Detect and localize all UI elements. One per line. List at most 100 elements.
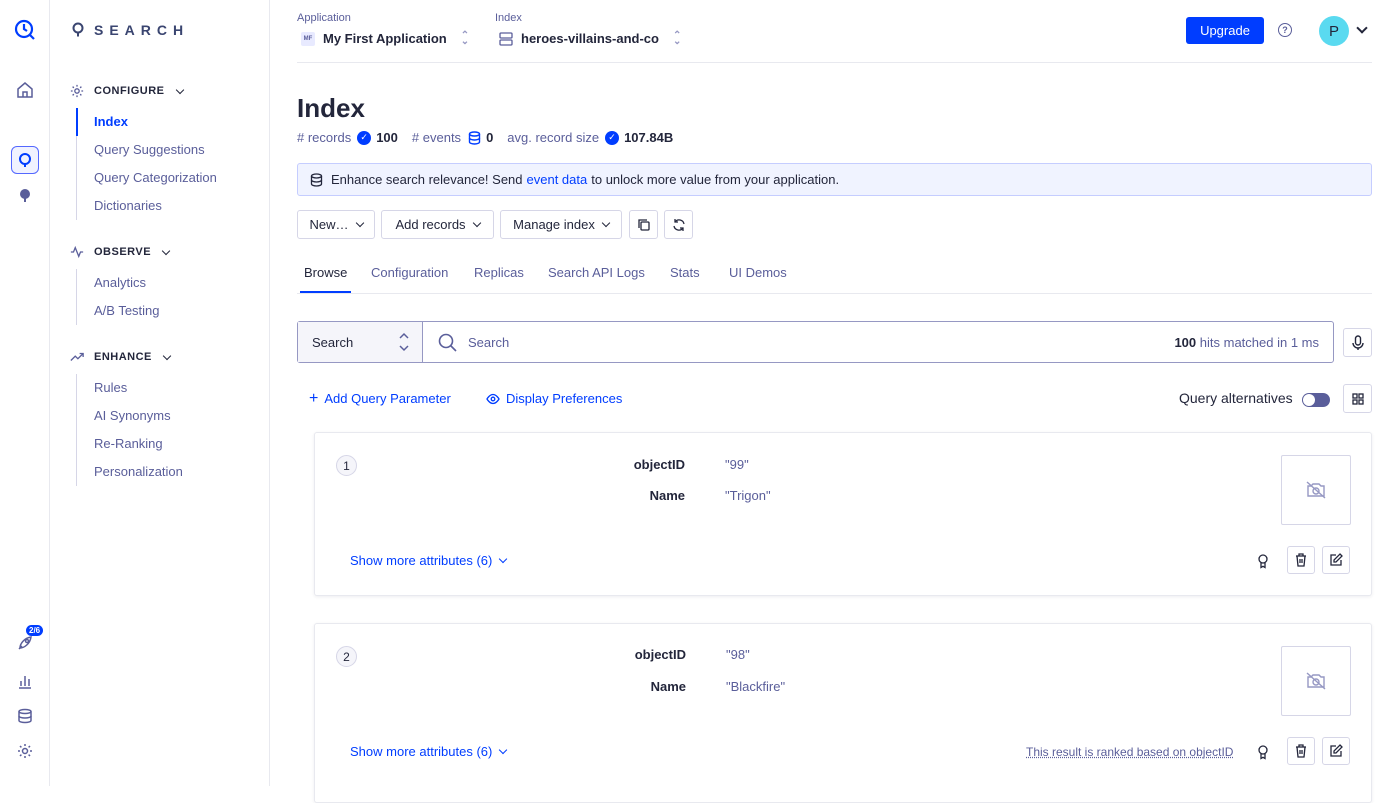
trending-up-icon — [70, 352, 84, 361]
query-alternatives-toggle[interactable] — [1302, 393, 1330, 407]
records-value: 100 — [376, 130, 398, 145]
application-label: Application — [297, 12, 351, 24]
hits-text: hits matched in 1 ms — [1199, 335, 1319, 350]
tab-ui-demos[interactable]: UI Demos — [729, 265, 787, 293]
add-query-parameter-link[interactable]: + Add Query Parameter — [309, 390, 451, 406]
display-preferences-label: Display Preferences — [506, 391, 623, 406]
add-records-button[interactable]: Add records — [381, 210, 494, 239]
voice-search-button[interactable] — [1343, 328, 1372, 357]
sidebar: SEARCH CONFIGURE Index Query Suggestions… — [50, 0, 270, 786]
event-data-banner: Enhance search relevance! Send event dat… — [297, 163, 1372, 196]
logo-text: SEARCH — [94, 22, 190, 38]
sidebar-item-query-suggestions[interactable]: Query Suggestions — [77, 136, 217, 164]
show-more-attributes-link[interactable]: Show more attributes (6) — [350, 744, 508, 759]
section-observe[interactable]: OBSERVE — [70, 245, 171, 259]
delete-button[interactable] — [1287, 546, 1315, 574]
onboarding-badge: 2/6 — [26, 625, 44, 636]
help-icon[interactable]: ? — [1278, 23, 1292, 37]
refresh-button[interactable] — [664, 210, 693, 239]
sidebar-item-ai-synonyms[interactable]: AI Synonyms — [77, 402, 183, 430]
application-name: My First Application — [323, 31, 447, 46]
settings-icon[interactable] — [11, 737, 39, 765]
search-input[interactable] — [468, 332, 1148, 352]
add-records-label: Add records — [395, 217, 466, 232]
avg-size-value: 107.84B — [624, 130, 674, 145]
attr-value-name: "Trigon" — [725, 488, 771, 503]
index-tabs: Browse Configuration Replicas Search API… — [297, 260, 1372, 294]
manage-index-label: Manage index — [513, 217, 595, 232]
ranking-explanation[interactable]: This result is ranked based on objectID — [1026, 745, 1233, 759]
delete-button[interactable] — [1287, 737, 1315, 765]
sidebar-item-personalization[interactable]: Personalization — [77, 458, 183, 486]
sidebar-item-re-ranking[interactable]: Re-Ranking — [77, 430, 183, 458]
attr-key-name: Name — [649, 488, 685, 503]
hit-number: 2 — [336, 646, 357, 667]
index-selector[interactable]: heroes-villains-and-co ⌃ ⌄ — [499, 29, 682, 47]
pin-icon[interactable] — [1257, 554, 1269, 569]
event-data-link[interactable]: event data — [527, 172, 588, 187]
chevron-down-icon — [601, 218, 611, 228]
attr-value-objectid: "99" — [725, 457, 749, 472]
sidebar-item-index[interactable]: Index — [76, 108, 217, 136]
events-database-icon — [468, 130, 481, 145]
top-divider — [297, 62, 1372, 63]
search-mode-select[interactable]: Search — [298, 322, 423, 362]
index-name: heroes-villains-and-co — [521, 31, 659, 46]
chevron-down-icon — [472, 218, 481, 228]
records-label: # records — [297, 130, 352, 145]
hit-number: 1 — [336, 455, 357, 476]
edit-button[interactable] — [1322, 737, 1350, 765]
sidebar-item-rules[interactable]: Rules — [77, 374, 183, 402]
pin-icon[interactable] — [1257, 745, 1269, 760]
database-icon[interactable] — [11, 702, 39, 730]
trash-icon — [1296, 744, 1306, 758]
show-more-attributes-link[interactable]: Show more attributes (6) — [350, 553, 508, 568]
copy-button[interactable] — [629, 210, 658, 239]
sidebar-item-dictionaries[interactable]: Dictionaries — [77, 192, 217, 220]
app-avatar-icon: MF — [301, 31, 315, 46]
attr-value-objectid: "98" — [726, 647, 750, 662]
edit-button[interactable] — [1322, 546, 1350, 574]
hit-card: 2 objectID "98" Name "Blackfire" Show mo… — [314, 623, 1372, 803]
updown-icon: ⌃ ⌄ — [672, 29, 682, 47]
home-icon[interactable] — [11, 76, 39, 104]
section-enhance[interactable]: ENHANCE — [70, 350, 172, 364]
upgrade-button[interactable]: Upgrade — [1186, 17, 1264, 44]
display-preferences-link[interactable]: Display Preferences — [486, 391, 622, 406]
avg-size-label: avg. record size — [507, 130, 600, 145]
tab-browse[interactable]: Browse — [300, 265, 352, 293]
hit-card: 1 objectID "99" Name "Trigon" Show more … — [314, 432, 1372, 596]
banner-text-suffix: to unlock more value from your applicati… — [591, 172, 840, 187]
tab-search-api-logs[interactable]: Search API Logs — [548, 265, 645, 293]
account-chevron-down-icon[interactable] — [1356, 22, 1368, 34]
new-button[interactable]: New… — [297, 210, 375, 239]
configure-list: Index Query Suggestions Query Categoriza… — [76, 108, 217, 220]
edit-icon — [1330, 553, 1343, 566]
recommend-icon[interactable] — [11, 181, 39, 209]
manage-index-button[interactable]: Manage index — [500, 210, 622, 239]
chevron-down-icon — [175, 85, 184, 94]
tab-replicas[interactable]: Replicas — [474, 265, 524, 293]
database-icon — [310, 172, 323, 187]
tab-configuration[interactable]: Configuration — [371, 265, 448, 293]
edit-icon — [1330, 744, 1343, 757]
updown-icon — [399, 332, 409, 352]
search-logo: SEARCH — [72, 22, 189, 38]
sidebar-item-ab-testing[interactable]: A/B Testing — [77, 297, 160, 325]
sidebar-item-query-categorization[interactable]: Query Categorization — [77, 164, 217, 192]
grid-view-button[interactable] — [1343, 384, 1372, 413]
query-alternatives-label: Query alternatives — [1179, 390, 1293, 406]
sidebar-item-analytics[interactable]: Analytics — [77, 269, 160, 297]
algolia-logo-icon[interactable] — [11, 16, 39, 44]
application-selector[interactable]: MF My First Application ⌃ ⌄ — [301, 30, 469, 46]
analytics-icon[interactable] — [11, 667, 39, 695]
avatar[interactable]: P — [1319, 16, 1349, 46]
grid-icon — [1351, 392, 1364, 405]
page-title: Index — [297, 93, 365, 123]
tab-stats[interactable]: Stats — [670, 265, 700, 293]
hits-summary: 100 hits matched in 1 ms — [1174, 335, 1319, 350]
search-product-icon[interactable] — [11, 146, 39, 174]
no-image-icon — [1306, 672, 1326, 690]
copy-icon — [637, 218, 650, 231]
section-configure[interactable]: CONFIGURE — [70, 84, 184, 98]
